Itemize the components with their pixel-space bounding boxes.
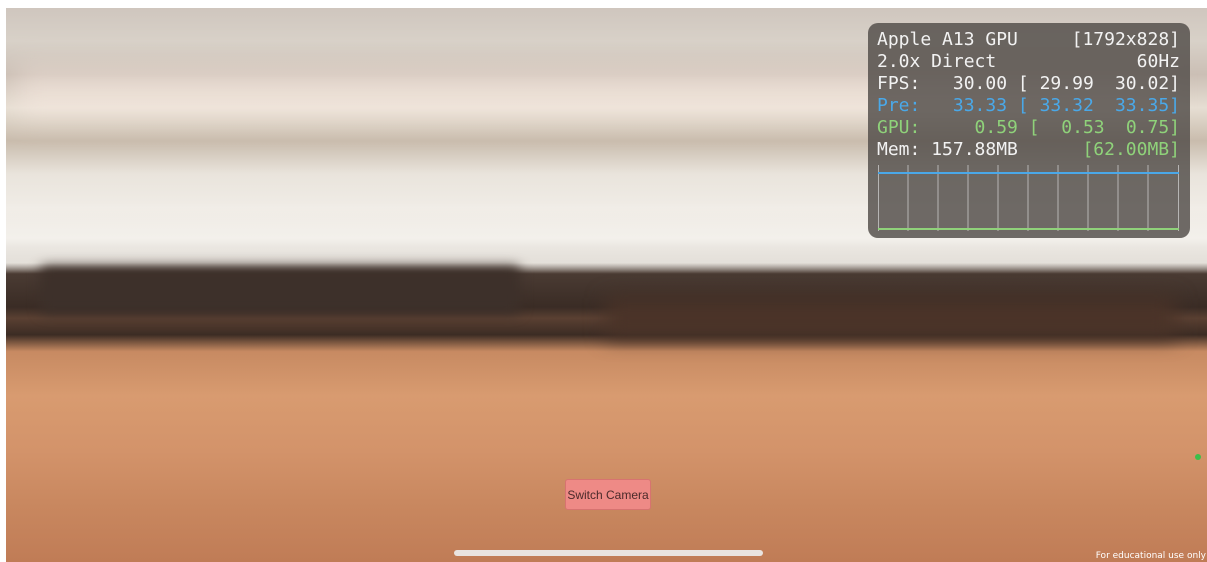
mem-value: 157.88MB	[931, 139, 1018, 160]
pre-label: Pre:	[877, 95, 921, 116]
switch-camera-button[interactable]: Switch Camera	[565, 479, 651, 510]
gpu-value: 0.59	[974, 117, 1018, 138]
render-resolution: [1792x828]	[1071, 29, 1180, 50]
performance-stats-overlay: Apple A13 GPU [1792x828] 2.0x Direct 60H…	[868, 23, 1190, 238]
fps-label: FPS:	[877, 73, 921, 94]
pre-value: 33.33	[952, 95, 1008, 116]
gpu-bracket: [	[1028, 117, 1040, 138]
fps-min: 29.99	[1039, 73, 1094, 94]
mem-label: Mem:	[877, 139, 921, 160]
pre-max: 33.35]	[1114, 95, 1180, 116]
stats-row-fps: FPS: 30.00 [ 29.99 30.02]	[877, 73, 1180, 95]
fps-value: 30.00	[952, 73, 1008, 94]
scale-mode: 2.0x Direct	[877, 51, 997, 72]
fps-bracket: [	[1017, 73, 1029, 94]
pre-bracket: [	[1017, 95, 1029, 116]
stats-row-gpu: GPU: 0.59 [ 0.53 0.75]	[877, 117, 1180, 139]
gpu-max: 0.75]	[1125, 117, 1180, 138]
gpu-min: 0.53	[1061, 117, 1105, 138]
stats-row-pre: Pre: 33.33 [ 33.32 33.35]	[877, 95, 1180, 117]
home-indicator-bar[interactable]	[454, 550, 763, 556]
status-indicator-dot	[1195, 454, 1201, 460]
gpu-name: Apple A13 GPU	[877, 29, 1018, 50]
background-dark-shape	[40, 266, 520, 314]
frame-time-graph	[878, 165, 1179, 231]
gpu-label: GPU:	[877, 117, 921, 138]
stats-row-device: Apple A13 GPU [1792x828]	[877, 29, 1180, 51]
fps-max: 30.02]	[1114, 73, 1180, 94]
stats-row-mem: Mem: 157.88MB [62.00MB]	[877, 139, 1180, 161]
graph-grid	[878, 165, 1179, 231]
mem-limit: [62.00MB]	[1082, 139, 1180, 160]
educational-watermark: For educational use only	[1095, 551, 1206, 561]
refresh-rate: 60Hz	[1136, 51, 1180, 72]
pre-min: 33.32	[1039, 95, 1094, 116]
background-dark-shape-right	[606, 298, 1176, 338]
stats-row-mode: 2.0x Direct 60Hz	[877, 51, 1180, 73]
